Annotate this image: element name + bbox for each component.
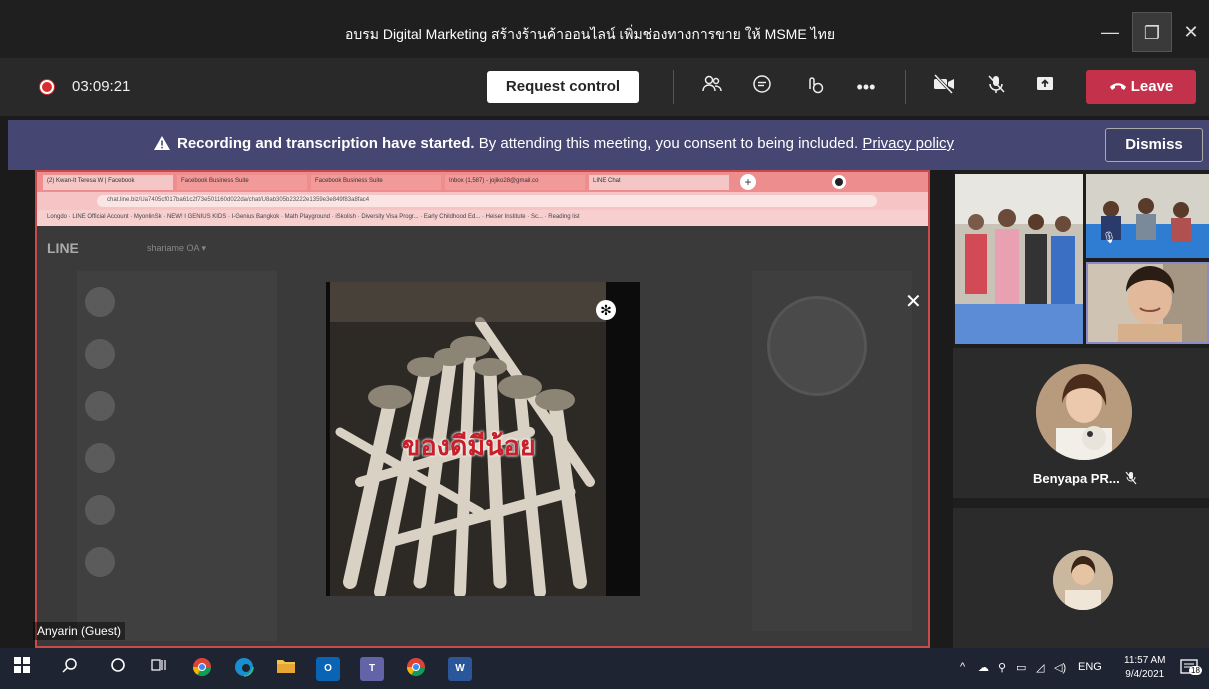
share-screen-icon[interactable]	[1031, 73, 1059, 101]
meeting-toolbar: 03:09:21 Request control ••• Leave	[0, 58, 1209, 116]
privacy-policy-link[interactable]: Privacy policy	[862, 135, 954, 152]
avatar	[85, 547, 115, 577]
task-view-icon[interactable]	[147, 657, 171, 681]
file-explorer-icon[interactable]	[274, 657, 298, 681]
banner-bold-text: Recording and transcription have started…	[177, 135, 475, 152]
browser-tab: LINE Chat	[589, 175, 729, 190]
leave-label: Leave	[1130, 78, 1174, 95]
browser-tab: Facebook Business Suite	[177, 175, 307, 190]
chat-icon[interactable]	[748, 73, 776, 101]
volume-icon[interactable]: ◁)	[1054, 661, 1066, 674]
participant-video-tile[interactable]	[955, 174, 1083, 344]
outlook-icon[interactable]: O	[316, 657, 340, 681]
account-selector: shariame OA ▾	[147, 243, 207, 253]
windows-taskbar: O T W ^ ☁ ⚲ ▭ ◿ ◁) ENG 11:57 AM 9/4/2021…	[0, 648, 1209, 689]
chevron-up-icon[interactable]: ^	[960, 661, 965, 673]
minimize-button[interactable]: —	[1090, 12, 1130, 52]
profile-avatar	[767, 296, 867, 396]
avatar	[85, 339, 115, 369]
watermark-icon: ✻	[596, 300, 616, 320]
browser-tab-bar: (2) Kwan-It Teresa W | Facebook Facebook…	[37, 172, 928, 192]
leave-button[interactable]: Leave	[1086, 70, 1196, 104]
language-indicator[interactable]: ENG	[1078, 661, 1102, 673]
toolbar-divider	[673, 70, 674, 104]
chat-list	[77, 271, 277, 641]
list-item	[85, 487, 270, 537]
close-icon: ✕	[905, 291, 922, 313]
window-title: อบรม Digital Marketing สร้างร้านค้าออนไล…	[344, 26, 836, 42]
teams-icon[interactable]: T	[360, 657, 384, 681]
avatar	[85, 443, 115, 473]
windows-start-icon[interactable]	[10, 657, 34, 681]
list-item	[85, 279, 270, 329]
browser-tab: Facebook Business Suite	[311, 175, 441, 190]
new-tab-icon: +	[740, 174, 756, 190]
edge-icon[interactable]	[232, 657, 256, 681]
camera-off-icon[interactable]	[930, 73, 958, 101]
usb-icon[interactable]: ⚲	[998, 661, 1006, 674]
record-indicator-icon	[832, 175, 846, 189]
list-item	[85, 539, 270, 589]
warning-icon	[153, 135, 171, 155]
recording-icon	[40, 80, 54, 94]
url-field: chat.line.biz/Ua7405cf017ba61c2f73e50116…	[97, 195, 877, 207]
participant-name: Benyapa PR...	[1033, 471, 1120, 486]
system-clock[interactable]: 11:57 AM 9/4/2021	[1124, 654, 1166, 682]
recording-banner: Recording and transcription have started…	[8, 120, 1209, 170]
more-options-icon[interactable]: •••	[852, 73, 880, 101]
cortana-icon[interactable]	[106, 657, 130, 681]
wifi-icon[interactable]: ◿	[1036, 661, 1044, 674]
list-item	[85, 383, 270, 433]
reactions-icon[interactable]	[800, 73, 828, 101]
browser-tab: Inbox (1,587) - jojiko28@gmail.co	[445, 175, 585, 190]
presenter-name-label: Anyarin (Guest)	[33, 622, 126, 640]
chrome-icon[interactable]	[190, 657, 214, 681]
chrome-profile-icon[interactable]	[404, 657, 428, 681]
banner-text: By attending this meeting, you consent t…	[474, 135, 863, 152]
bookmarks-bar: Longdo · LINE Official Account · Myonlin…	[37, 210, 928, 226]
clock-date: 9/4/2021	[1125, 669, 1165, 680]
search-icon[interactable]	[58, 657, 82, 681]
dismiss-button[interactable]: Dismiss	[1105, 128, 1203, 162]
title-bar: อบรม Digital Marketing สร้างร้านค้าออนไล…	[0, 0, 1209, 64]
people-icon[interactable]	[698, 73, 726, 101]
onedrive-icon[interactable]: ☁	[978, 661, 989, 674]
mic-off-icon	[1125, 471, 1137, 488]
participant-video-tile[interactable]	[1086, 262, 1209, 344]
word-icon[interactable]: W	[448, 657, 472, 681]
meeting-timer: 03:09:21	[72, 78, 131, 95]
image-caption: ของดีมีน้อย	[402, 431, 536, 461]
list-item	[85, 331, 270, 381]
avatar	[85, 287, 115, 317]
list-item	[85, 435, 270, 485]
close-window-button[interactable]: ✕	[1174, 12, 1208, 52]
address-bar: chat.line.biz/Ua7405cf017ba61c2f73e50116…	[37, 192, 928, 210]
participant-video-tile[interactable]: 🎙	[1086, 174, 1209, 258]
toolbar-divider	[905, 70, 906, 104]
participant-tile[interactable]	[953, 508, 1209, 648]
notification-count: 18	[1189, 666, 1202, 675]
request-control-button[interactable]: Request control	[487, 71, 639, 103]
avatar	[85, 495, 115, 525]
avatar	[85, 391, 115, 421]
notification-center-icon[interactable]: 18	[1180, 658, 1202, 679]
avatar	[1053, 550, 1113, 610]
avatar	[1036, 364, 1132, 460]
restore-button[interactable]: ❐	[1132, 12, 1172, 52]
browser-tab: (2) Kwan-It Teresa W | Facebook	[43, 175, 173, 190]
mic-off-icon: 🎙	[1102, 232, 1116, 244]
participant-tile-benyapa[interactable]: Benyapa PR...	[953, 348, 1209, 498]
clock-time: 11:57 AM	[1124, 655, 1166, 666]
mic-off-icon[interactable]	[982, 73, 1010, 101]
participants-pane: 🎙 Benyapa PR...	[953, 170, 1209, 648]
phone-hangup-icon	[1109, 70, 1127, 104]
network-icon[interactable]: ▭	[1016, 661, 1026, 674]
line-logo: LINE	[47, 240, 79, 256]
